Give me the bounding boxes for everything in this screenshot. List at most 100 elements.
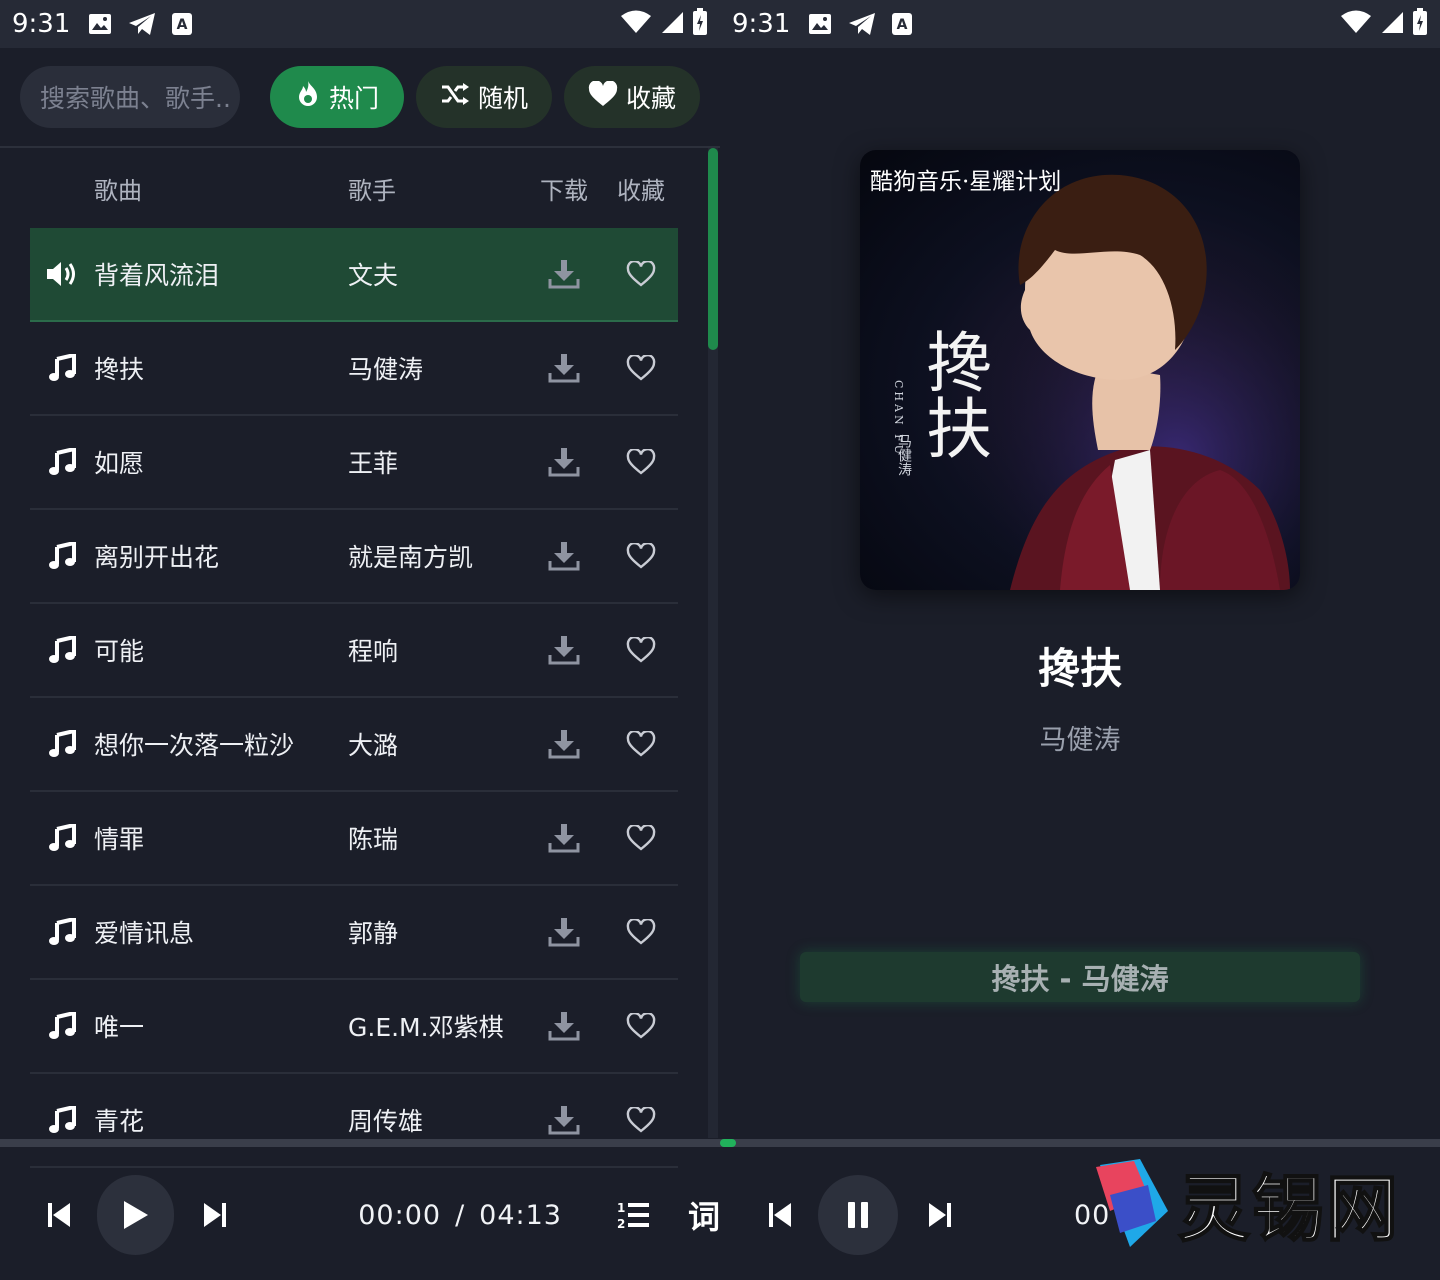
heart-outline-icon[interactable]	[604, 355, 678, 381]
table-row[interactable]: 如愿 王菲	[30, 416, 678, 510]
table-row[interactable]: 想你一次落一粒沙 大潞	[30, 698, 678, 792]
svg-text:A: A	[897, 17, 908, 33]
song-name: 爱情讯息	[94, 919, 195, 948]
download-icon[interactable]	[524, 823, 604, 853]
gallery-icon	[88, 13, 112, 35]
download-icon[interactable]	[524, 729, 604, 759]
table-row[interactable]: 爱情讯息 郭静	[30, 886, 678, 980]
random-button[interactable]: 随机	[416, 66, 552, 128]
search-input[interactable]: 搜索歌曲、歌手..	[20, 66, 240, 128]
artist-name: 王菲	[348, 449, 399, 478]
player-controls-left: 00:00 / 04:13 12 词	[0, 1150, 720, 1280]
artist-name: 周传雄	[348, 1107, 424, 1136]
current-time: 00:00	[358, 1199, 442, 1231]
song-name: 可能	[94, 637, 145, 666]
play-button[interactable]	[96, 1175, 174, 1255]
previous-button[interactable]	[764, 1201, 796, 1229]
now-playing-artist: 马健涛	[1039, 725, 1121, 756]
pause-button[interactable]	[818, 1175, 898, 1255]
artist-name: 就是南方凯	[348, 543, 474, 572]
download-icon[interactable]	[524, 259, 604, 289]
music-note-icon	[30, 354, 94, 382]
download-icon[interactable]	[524, 917, 604, 947]
table-row[interactable]: 可能 程响	[30, 604, 678, 698]
status-bar: 9:31 A	[0, 0, 720, 48]
time-separator: /	[455, 1199, 466, 1231]
cover-vertical-cn: 马健涛	[896, 434, 912, 476]
hot-label: 热门	[328, 84, 379, 113]
music-note-icon	[30, 636, 94, 664]
table-row[interactable]: 情罪 陈瑞	[30, 792, 678, 886]
artist-name: 文夫	[348, 261, 399, 290]
lyrics-button[interactable]: 词	[688, 1192, 720, 1238]
heart-outline-icon[interactable]	[604, 825, 678, 851]
heart-outline-icon[interactable]	[604, 637, 678, 663]
song-name: 背着风流泪	[94, 261, 220, 290]
music-note-icon	[30, 542, 94, 570]
telegram-icon	[848, 12, 876, 36]
telegram-icon	[128, 12, 156, 36]
next-button[interactable]	[200, 1201, 231, 1229]
download-icon[interactable]	[524, 635, 604, 665]
previous-button[interactable]	[44, 1201, 75, 1229]
heart-outline-icon[interactable]	[604, 1107, 678, 1133]
table-row[interactable]: 离别开出花 就是南方凯	[30, 510, 678, 604]
heart-outline-icon[interactable]	[604, 1013, 678, 1039]
svg-text:A: A	[177, 17, 188, 33]
fire-icon	[295, 80, 321, 114]
heart-outline-icon[interactable]	[604, 731, 678, 757]
heart-outline-icon[interactable]	[604, 449, 678, 475]
now-playing-title: 搀扶	[1037, 644, 1122, 693]
playlist-icon[interactable]: 12	[616, 1200, 650, 1230]
toolbar: 搜索歌曲、歌手.. 热门 随机 收藏	[20, 66, 700, 128]
wifi-icon	[620, 10, 652, 38]
song-name: 搀扶	[94, 355, 145, 384]
status-bar-right: 9:31 A	[720, 0, 1440, 48]
svg-text:2: 2	[617, 1217, 625, 1230]
album-cover: 酷狗音乐·星耀计划 搀扶 CHAN FU 马健涛	[860, 150, 1300, 590]
download-icon[interactable]	[524, 447, 604, 477]
music-note-icon	[30, 448, 94, 476]
shuffle-icon	[440, 82, 470, 112]
artist-name: 马健涛	[348, 355, 424, 384]
svg-text:1: 1	[617, 1201, 625, 1215]
music-note-icon	[30, 1012, 94, 1040]
song-name: 唯一	[94, 1013, 145, 1042]
heart-filled-icon	[588, 80, 618, 113]
status-time-right: 9:31	[732, 9, 791, 39]
wifi-icon	[1340, 10, 1372, 38]
list-scrollbar-thumb[interactable]	[708, 148, 718, 350]
download-icon[interactable]	[524, 1105, 604, 1135]
now-playing-screen: 9:31 A 酷狗音乐·星耀计划 搀扶 CHAN FU 马健涛 搀扶 马健涛 搀…	[720, 0, 1440, 1280]
artist-name: 郭静	[348, 919, 399, 948]
battery-icon	[1412, 8, 1428, 40]
artist-name: 陈瑞	[348, 825, 399, 854]
favorites-button[interactable]: 收藏	[564, 66, 700, 128]
heart-outline-icon[interactable]	[604, 261, 678, 287]
download-icon[interactable]	[524, 353, 604, 383]
heart-outline-icon[interactable]	[604, 543, 678, 569]
table-row[interactable]: 唯一 G.E.M.邓紫棋	[30, 980, 678, 1074]
next-button[interactable]	[924, 1201, 956, 1229]
song-name: 青花	[94, 1107, 145, 1136]
progress-track-left[interactable]	[0, 1139, 720, 1147]
download-icon[interactable]	[524, 541, 604, 571]
keyboard-a-icon: A	[172, 13, 193, 35]
total-time: 04:13	[479, 1199, 562, 1231]
progress-track-right[interactable]	[720, 1139, 1440, 1147]
header-download: 下载	[540, 176, 588, 205]
progress-knob[interactable]	[720, 1139, 736, 1147]
download-icon[interactable]	[524, 1011, 604, 1041]
artist-name: 程响	[348, 637, 399, 666]
table-row[interactable]: 背着风流泪 文夫	[30, 228, 678, 322]
watermark: 灵锡网	[1090, 1150, 1400, 1255]
table-row[interactable]: 搀扶 马健涛	[30, 322, 678, 416]
heart-outline-icon[interactable]	[604, 919, 678, 945]
song-table: 歌曲 歌手 下载 收藏 背着风流泪 文夫 搀扶 马健涛 如愿 王菲 离别开出花 就是南方凯 可能…	[30, 148, 678, 1168]
battery-icon	[692, 8, 708, 40]
random-label: 随机	[477, 84, 528, 113]
table-header: 歌曲 歌手 下载 收藏	[30, 148, 678, 228]
hot-button[interactable]: 热门	[270, 66, 404, 128]
status-time: 9:31	[12, 9, 71, 39]
artist-name: G.E.M.邓紫棋	[348, 1013, 504, 1042]
